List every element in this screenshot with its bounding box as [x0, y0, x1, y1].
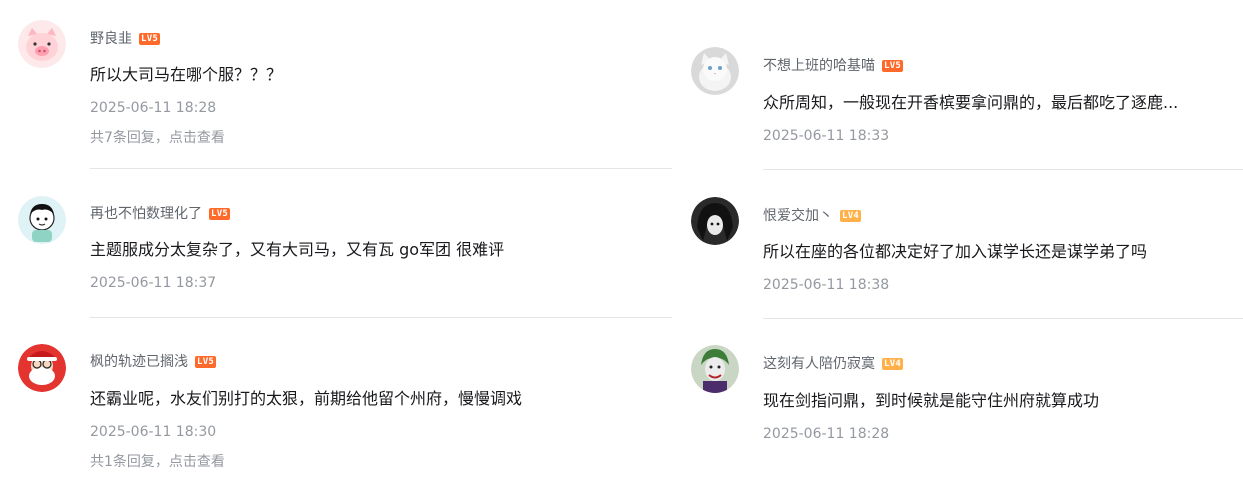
- comment-time: 2025-06-11 18:30: [90, 424, 217, 440]
- joker-avatar[interactable]: [691, 345, 739, 393]
- view-replies-link[interactable]: 共7条回复，点击查看: [90, 129, 225, 147]
- comment-text: 现在剑指问鼎，到时候就是能守住州府就算成功: [763, 391, 1100, 410]
- divider: [763, 318, 1243, 319]
- comment-item: 野良韭 LV5 所以大司马在哪个服？？？ 2025-06-11 18:28 共7…: [0, 0, 672, 170]
- comment-text: 所以在座的各位都决定好了加入谋学长还是谋学弟了吗: [763, 242, 1148, 261]
- level-badge: LV4: [882, 358, 904, 370]
- divider: [90, 168, 672, 169]
- comment-text: 还霸业呢，水友们别打的太狠，前期给他留个州府，慢慢调戏: [90, 389, 523, 408]
- user-name[interactable]: 这刻有人陪仍寂寞: [763, 355, 875, 373]
- comment-text: 主题服成分太复杂了，又有大司马，又有瓦 go军团 很难评: [90, 240, 505, 259]
- level-badge: LV5: [195, 356, 217, 368]
- comment-item: 再也不怕数理化了 LV5 主题服成分太复杂了，又有大司马，又有瓦 go军团 很难…: [0, 170, 672, 320]
- comment-item: 这刻有人陪仍寂寞 LV4 现在剑指问鼎，到时候就是能守住州府就算成功 2025-…: [672, 320, 1243, 504]
- user-name[interactable]: 野良韭: [90, 30, 132, 48]
- level-badge: LV5: [209, 208, 231, 220]
- user-name[interactable]: 不想上班的哈基喵: [763, 57, 875, 75]
- comment-time: 2025-06-11 18:37: [90, 275, 217, 291]
- divider: [90, 317, 672, 318]
- pig-avatar[interactable]: [18, 20, 66, 68]
- comment-text: 所以大司马在哪个服？？？: [90, 65, 283, 84]
- comment-item: 恨爱交加丶 LV4 所以在座的各位都决定好了加入谋学长还是谋学弟了吗 2025-…: [672, 170, 1243, 320]
- level-badge: LV4: [840, 210, 862, 222]
- comment-time: 2025-06-11 18:28: [763, 426, 890, 442]
- anime-girl-avatar[interactable]: [691, 197, 739, 245]
- user-name[interactable]: 再也不怕数理化了: [90, 205, 202, 223]
- comment-time: 2025-06-11 18:28: [90, 100, 217, 116]
- user-name[interactable]: 枫的轨迹已搁浅: [90, 353, 188, 371]
- level-badge: LV5: [882, 60, 904, 72]
- comment-time: 2025-06-11 18:33: [763, 128, 890, 144]
- comment-item: 枫的轨迹已搁浅 LV5 还霸业呢，水友们别打的太狠，前期给他留个州府，慢慢调戏 …: [0, 320, 672, 504]
- view-replies-link[interactable]: 共1条回复，点击查看: [90, 453, 225, 471]
- level-badge: LV5: [139, 33, 161, 45]
- comment-item: 不想上班的哈基喵 LV5 众所周知，一般现在开香槟要拿问鼎的，最后都吃了逐鹿..…: [672, 0, 1243, 170]
- white-cat-avatar[interactable]: [691, 47, 739, 95]
- cartoon-boy-avatar[interactable]: [18, 196, 66, 244]
- santa-avatar[interactable]: [18, 344, 66, 392]
- comment-text: 众所周知，一般现在开香槟要拿问鼎的，最后都吃了逐鹿...: [763, 93, 1179, 112]
- comment-time: 2025-06-11 18:38: [763, 277, 890, 293]
- user-name[interactable]: 恨爱交加丶: [763, 207, 833, 225]
